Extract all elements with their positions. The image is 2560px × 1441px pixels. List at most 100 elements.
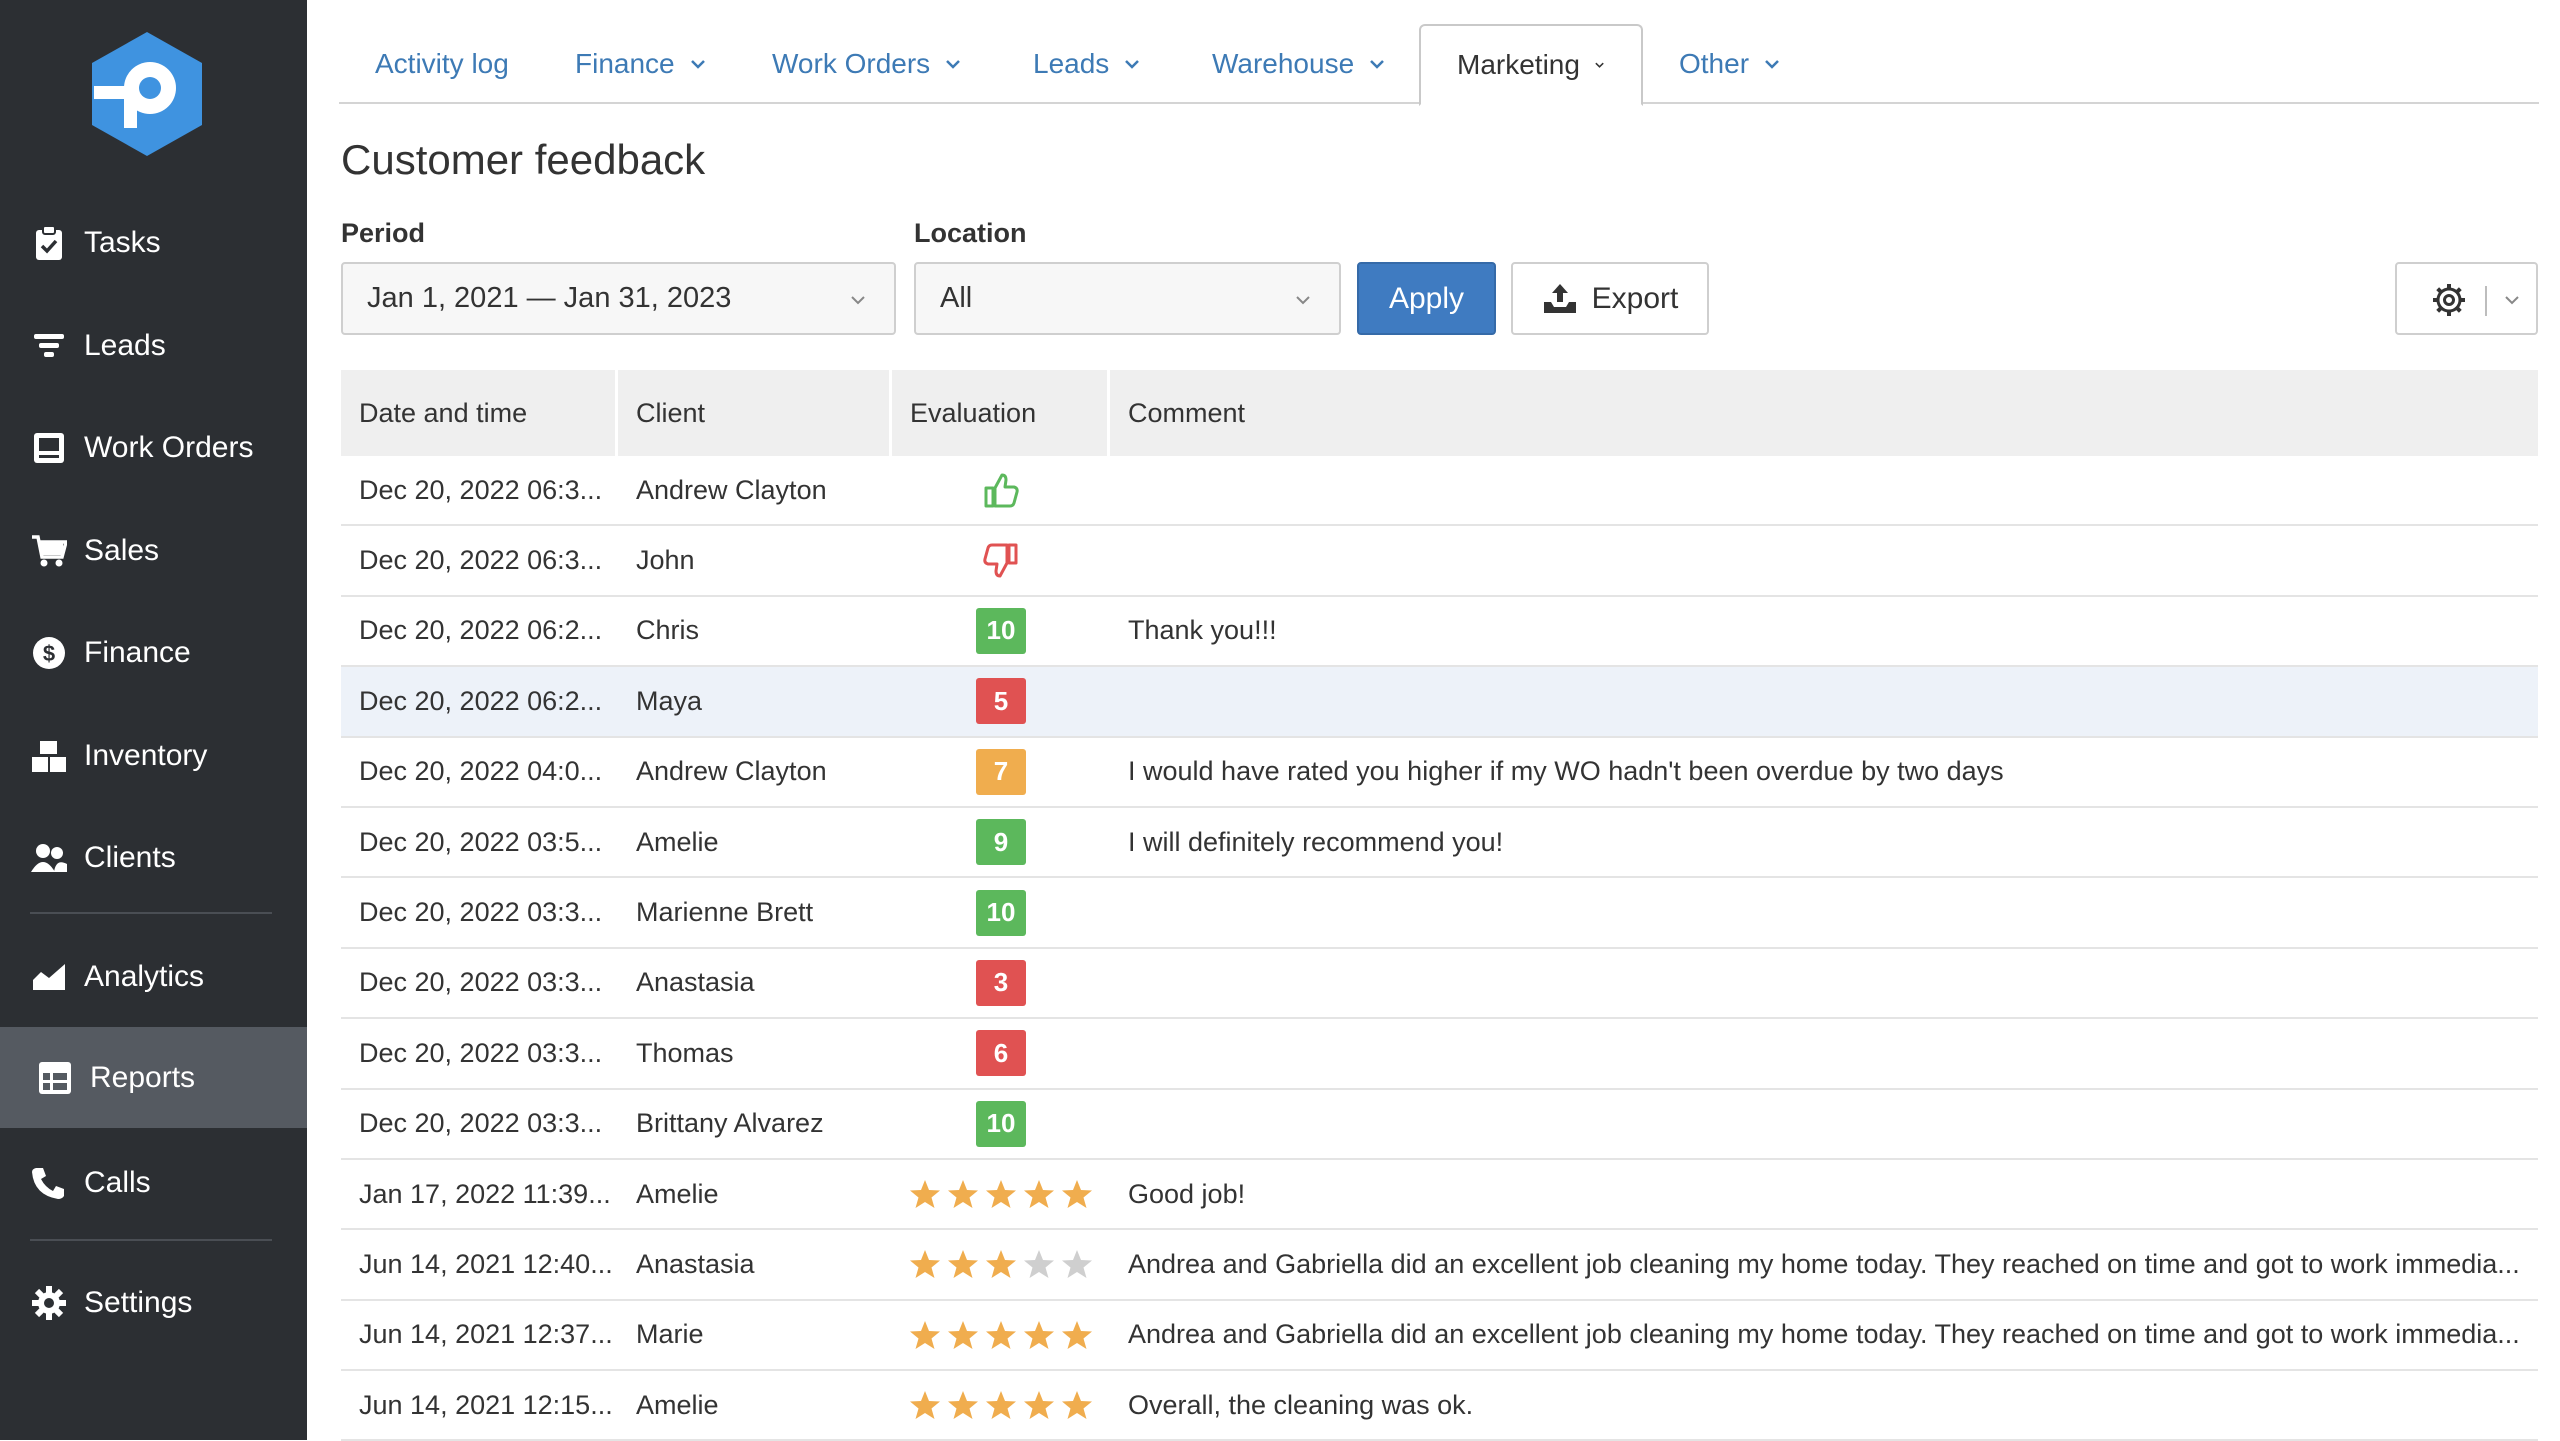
cell-client[interactable]: Anastasia bbox=[618, 967, 892, 998]
table-row[interactable]: Dec 20, 2022 06:2... Chris 10 Thank you!!! bbox=[341, 597, 2538, 668]
reports-icon bbox=[36, 1059, 74, 1097]
star-icon bbox=[986, 1391, 1016, 1420]
score-badge: 9 bbox=[976, 819, 1026, 866]
period-value: Jan 1, 2021 — Jan 31, 2023 bbox=[367, 282, 732, 314]
tab-label: Warehouse bbox=[1212, 48, 1355, 79]
cell-comment: Andrea and Gabriella did an excellent jo… bbox=[1128, 1319, 2520, 1350]
table-row[interactable]: Dec 20, 2022 03:3... Marienne Brett 10 bbox=[341, 878, 2538, 949]
export-icon bbox=[1543, 283, 1576, 313]
tab-leads[interactable]: Leads bbox=[997, 24, 1177, 104]
star-icon bbox=[910, 1180, 940, 1209]
cell-client[interactable]: Marie bbox=[618, 1319, 892, 1350]
star-icon bbox=[910, 1250, 940, 1279]
star-rating bbox=[909, 1389, 1093, 1421]
cell-date: Dec 20, 2022 04:0... bbox=[359, 756, 603, 787]
star-icon bbox=[986, 1320, 1016, 1349]
cell-client[interactable]: Maya bbox=[618, 686, 892, 717]
table-row[interactable]: Jun 14, 2021 12:40... Anastasia Andrea and… bbox=[341, 1230, 2538, 1301]
cell-client[interactable]: John bbox=[618, 545, 892, 576]
tab-work-orders[interactable]: Work Orders bbox=[736, 24, 998, 104]
column-header-date[interactable]: Date and time bbox=[341, 370, 618, 456]
cell-client[interactable]: Andrew Clayton bbox=[618, 475, 892, 506]
cell-client[interactable]: Amelie bbox=[618, 827, 892, 858]
cell-evaluation: 3 bbox=[892, 959, 1110, 1006]
star-rating bbox=[909, 1248, 1093, 1280]
sidebar-divider bbox=[30, 1239, 272, 1241]
sidebar-item-label: Finance bbox=[84, 635, 191, 669]
column-header-comment[interactable]: Comment bbox=[1110, 370, 2538, 456]
table-row[interactable]: Dec 20, 2022 03:3... Brittany Alvarez 10 bbox=[341, 1090, 2538, 1160]
cell-client[interactable]: Andrew Clayton bbox=[618, 756, 892, 787]
star-icon bbox=[1024, 1320, 1054, 1349]
table-settings-button[interactable] bbox=[2395, 262, 2538, 335]
table-row[interactable]: Dec 20, 2022 03:3... Thomas 6 bbox=[341, 1019, 2538, 1090]
cell-date: Dec 20, 2022 06:3... bbox=[359, 545, 603, 576]
button-divider bbox=[2485, 286, 2487, 316]
location-select[interactable]: All bbox=[914, 262, 1341, 335]
chevron-down-icon bbox=[1765, 60, 1779, 69]
location-value: All bbox=[940, 282, 973, 314]
tab-label: Marketing bbox=[1457, 49, 1580, 80]
tab-marketing[interactable]: Marketing bbox=[1419, 24, 1643, 106]
sidebar-item-label: Leads bbox=[84, 328, 166, 362]
apply-button[interactable]: Apply bbox=[1357, 262, 1496, 335]
star-icon bbox=[1024, 1391, 1054, 1420]
tab-label: Other bbox=[1679, 48, 1750, 79]
table-row[interactable]: Dec 20, 2022 06:3... John bbox=[341, 526, 2538, 597]
column-header-client[interactable]: Client bbox=[618, 370, 892, 456]
column-header-evaluation[interactable]: Evaluation bbox=[892, 370, 1110, 456]
sidebar-item-tasks[interactable]: Tasks bbox=[0, 192, 307, 293]
chevron-down-icon bbox=[1595, 62, 1604, 68]
cell-client[interactable]: Marienne Brett bbox=[618, 897, 892, 928]
table-row[interactable]: Jan 17, 2022 11:39... Amelie Good job! bbox=[341, 1160, 2538, 1231]
cell-evaluation: 9 bbox=[892, 819, 1110, 866]
export-button[interactable]: Export bbox=[1511, 262, 1709, 335]
export-button-label: Export bbox=[1591, 281, 1679, 315]
period-select[interactable]: Jan 1, 2021 — Jan 31, 2023 bbox=[341, 262, 896, 335]
sidebar-item-calls[interactable]: Calls bbox=[0, 1132, 307, 1233]
star-icon bbox=[948, 1391, 978, 1420]
table-row[interactable]: Dec 20, 2022 06:3... Andrew Clayton bbox=[341, 456, 2538, 527]
table-row[interactable]: Jun 14, 2021 12:15... Amelie Overall, the … bbox=[341, 1371, 2538, 1441]
star-icon bbox=[1062, 1250, 1092, 1279]
table-row[interactable]: Dec 20, 2022 03:3... Anastasia 3 bbox=[341, 949, 2538, 1020]
cell-client[interactable]: Amelie bbox=[618, 1179, 892, 1210]
cell-comment: Andrea and Gabriella did an excellent jo… bbox=[1128, 1248, 2520, 1279]
sidebar-item-settings[interactable]: Settings bbox=[0, 1252, 307, 1353]
cell-client[interactable]: Thomas bbox=[618, 1038, 892, 1069]
star-icon bbox=[986, 1180, 1016, 1209]
sidebar-item-label: Inventory bbox=[84, 738, 208, 772]
table-row[interactable]: Dec 20, 2022 06:2... Maya 5 bbox=[341, 667, 2538, 738]
star-icon bbox=[1062, 1180, 1092, 1209]
sidebar-item-finance[interactable]: $ Finance bbox=[0, 602, 307, 703]
tab-warehouse[interactable]: Warehouse bbox=[1176, 24, 1422, 104]
cell-client[interactable]: Anastasia bbox=[618, 1249, 892, 1280]
sidebar-item-clients[interactable]: Clients bbox=[0, 807, 307, 908]
cell-date: Dec 20, 2022 06:3... bbox=[359, 474, 603, 505]
sidebar-item-work-orders[interactable]: Work Orders bbox=[0, 397, 307, 498]
cell-comment: Overall, the cleaning was ok. bbox=[1128, 1389, 1474, 1420]
star-icon bbox=[910, 1391, 940, 1420]
p-hexagon-logo[interactable] bbox=[88, 30, 206, 158]
chevron-down-icon[interactable] bbox=[2503, 291, 2521, 309]
tab-label: Leads bbox=[1033, 48, 1110, 79]
sidebar-item-inventory[interactable]: Inventory bbox=[0, 705, 307, 806]
tab-finance[interactable]: Finance bbox=[539, 24, 743, 104]
table-row[interactable]: Dec 20, 2022 04:0... Andrew Clayton 7 I wou… bbox=[341, 738, 2538, 808]
table-row[interactable]: Jun 14, 2021 12:37... Marie Andrea and Gab… bbox=[341, 1301, 2538, 1372]
sidebar-item-analytics[interactable]: Analytics bbox=[0, 926, 307, 1027]
sidebar-item-sales[interactable]: Sales bbox=[0, 500, 307, 601]
cell-client[interactable]: Chris bbox=[618, 615, 892, 646]
sidebar-item-leads[interactable]: Leads bbox=[0, 295, 307, 396]
score-badge: 3 bbox=[976, 959, 1026, 1006]
thumbs-up-icon bbox=[984, 473, 1019, 508]
cell-date: Dec 20, 2022 06:2... bbox=[359, 685, 603, 716]
tab-activity-log[interactable]: Activity log bbox=[339, 24, 545, 104]
cell-date: Jun 14, 2021 12:15... bbox=[359, 1389, 613, 1420]
table-row[interactable]: Dec 20, 2022 03:5... Amelie 9 I will defini… bbox=[341, 808, 2538, 879]
cell-client[interactable]: Brittany Alvarez bbox=[618, 1108, 892, 1139]
tab-other[interactable]: Other bbox=[1643, 24, 1817, 104]
sidebar-item-reports[interactable]: Reports bbox=[0, 1027, 307, 1128]
cell-client[interactable]: Amelie bbox=[618, 1390, 892, 1421]
chevron-down-icon bbox=[946, 60, 961, 69]
